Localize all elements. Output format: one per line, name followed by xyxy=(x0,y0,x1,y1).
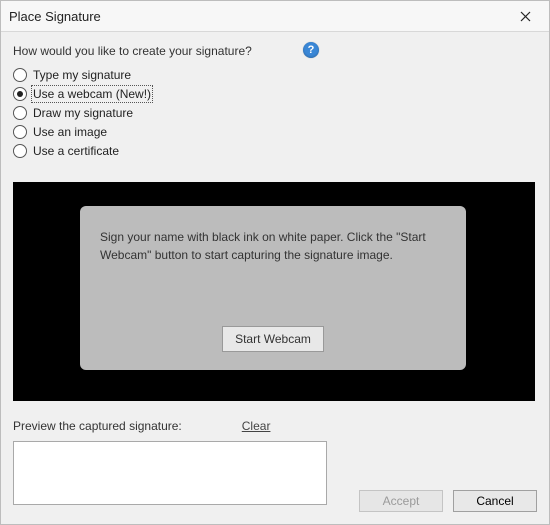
webcam-panel: Sign your name with black ink on white p… xyxy=(13,182,535,401)
cancel-button[interactable]: Cancel xyxy=(453,490,537,512)
radio-icon xyxy=(13,68,27,82)
webcam-button-row: Start Webcam xyxy=(100,326,446,356)
option-draw-signature[interactable]: Draw my signature xyxy=(13,104,537,122)
option-label: Use a webcam (New!) xyxy=(33,87,151,101)
option-label: Use a certificate xyxy=(33,144,119,158)
dialog-body: How would you like to create your signat… xyxy=(1,32,549,505)
window-title: Place Signature xyxy=(9,9,101,24)
webcam-instruction-card: Sign your name with black ink on white p… xyxy=(80,206,466,370)
signature-options: Type my signature Use a webcam (New!) Dr… xyxy=(13,66,537,160)
option-use-webcam[interactable]: Use a webcam (New!) xyxy=(13,85,537,103)
option-use-image[interactable]: Use an image xyxy=(13,123,537,141)
clear-link[interactable]: Clear xyxy=(242,419,271,433)
close-icon xyxy=(520,11,531,22)
accept-button: Accept xyxy=(359,490,443,512)
close-button[interactable] xyxy=(509,4,541,28)
webcam-instructions: Sign your name with black ink on white p… xyxy=(100,228,446,264)
prompt-text: How would you like to create your signat… xyxy=(13,44,252,58)
titlebar: Place Signature xyxy=(1,1,549,32)
option-use-certificate[interactable]: Use a certificate xyxy=(13,142,537,160)
place-signature-dialog: Place Signature How would you like to cr… xyxy=(0,0,550,525)
help-icon[interactable]: ? xyxy=(303,42,319,58)
radio-icon xyxy=(13,125,27,139)
option-label: Type my signature xyxy=(33,68,131,82)
preview-header: Preview the captured signature: Clear xyxy=(13,417,537,435)
option-type-signature[interactable]: Type my signature xyxy=(13,66,537,84)
option-label: Use an image xyxy=(33,125,107,139)
preview-box xyxy=(13,441,327,505)
radio-icon xyxy=(13,144,27,158)
preview-label: Preview the captured signature: xyxy=(13,419,182,433)
start-webcam-button[interactable]: Start Webcam xyxy=(222,326,324,352)
radio-icon xyxy=(13,106,27,120)
prompt-row: How would you like to create your signat… xyxy=(13,42,537,60)
option-label: Draw my signature xyxy=(33,106,133,120)
radio-icon xyxy=(13,87,27,101)
dialog-footer: Accept Cancel xyxy=(359,490,537,512)
